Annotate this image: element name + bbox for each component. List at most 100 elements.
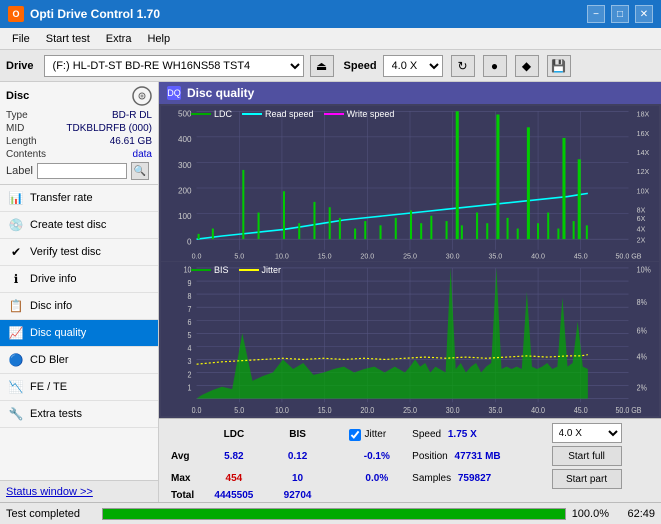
- close-button[interactable]: ✕: [635, 5, 653, 23]
- legend-jitter-label: Jitter: [262, 265, 282, 275]
- svg-text:10%: 10%: [637, 265, 651, 275]
- nav-disc-quality[interactable]: 📈 Disc quality: [0, 320, 158, 347]
- total-ldc: 4445505: [198, 489, 269, 502]
- svg-text:7: 7: [188, 304, 192, 314]
- type-label: Type: [6, 110, 28, 121]
- nav-label-disc-info: Disc info: [30, 300, 72, 312]
- start-full-button[interactable]: Start full: [552, 446, 622, 466]
- nav-drive-info[interactable]: ℹ Drive info: [0, 266, 158, 293]
- chart1-svg: 500 400 300 200 100 0 18X 16X 14X 12X 10…: [161, 106, 659, 261]
- speed-stat-value: 1.75 X: [448, 429, 477, 440]
- nav-create-test-disc[interactable]: 💿 Create test disc: [0, 212, 158, 239]
- nav-label-cd-bler: CD Bler: [30, 354, 69, 366]
- samples-cell: Samples 759827: [408, 468, 543, 489]
- right-panel: DQ Disc quality LDC Read speed: [159, 82, 661, 502]
- status-text: Test completed: [6, 508, 96, 520]
- disc-section: Disc Type BD-R DL MID TDKBLDRFB (000) Le…: [0, 82, 158, 185]
- app-icon: O: [8, 6, 24, 22]
- status-window-button[interactable]: Status window >>: [6, 486, 93, 498]
- svg-text:50.0 GB: 50.0 GB: [615, 405, 641, 415]
- svg-text:0.0: 0.0: [192, 405, 202, 415]
- speed-select[interactable]: 4.0 X: [383, 55, 443, 77]
- legend-ldc: LDC: [191, 109, 232, 119]
- svg-text:5: 5: [188, 330, 192, 340]
- legend-ldc-color: [191, 113, 211, 115]
- maximize-button[interactable]: □: [611, 5, 629, 23]
- max-bis: 10: [270, 468, 326, 489]
- disc-info-icon: 📋: [8, 298, 24, 314]
- svg-text:8%: 8%: [637, 297, 647, 307]
- svg-text:100: 100: [178, 211, 192, 221]
- svg-text:15.0: 15.0: [318, 405, 332, 415]
- label-input[interactable]: [37, 163, 127, 179]
- svg-text:20.0: 20.0: [360, 251, 374, 260]
- menu-file[interactable]: File: [4, 31, 38, 47]
- jitter-checkbox[interactable]: [349, 429, 361, 441]
- nav-label-drive-info: Drive info: [30, 273, 76, 285]
- disc-mid-row: MID TDKBLDRFB (000): [6, 123, 152, 134]
- left-panel: Disc Type BD-R DL MID TDKBLDRFB (000) Le…: [0, 82, 159, 502]
- label-label: Label: [6, 165, 33, 177]
- record-button[interactable]: ●: [483, 55, 507, 77]
- nav-label-verify-test-disc: Verify test disc: [30, 246, 101, 258]
- svg-text:45.0: 45.0: [574, 251, 588, 260]
- max-ldc: 454: [198, 468, 269, 489]
- svg-text:10.0: 10.0: [275, 405, 289, 415]
- legend-bis-color: [191, 269, 211, 271]
- progress-bar-fill: [103, 509, 565, 519]
- svg-text:6X: 6X: [637, 214, 646, 223]
- eject-button[interactable]: ⏏: [310, 55, 334, 77]
- col-bis-header: BIS: [270, 423, 326, 446]
- minimize-button[interactable]: −: [587, 5, 605, 23]
- svg-text:18X: 18X: [637, 109, 650, 118]
- disc-quality-header: DQ Disc quality: [159, 82, 661, 104]
- nav-verify-test-disc[interactable]: ✔ Verify test disc: [0, 239, 158, 266]
- nav-disc-info[interactable]: 📋 Disc info: [0, 293, 158, 320]
- svg-text:0.0: 0.0: [192, 251, 202, 260]
- title-bar-left: O Opti Drive Control 1.70: [8, 6, 160, 22]
- mid-value: TDKBLDRFB (000): [66, 123, 152, 134]
- elapsed-time: 62:49: [615, 508, 655, 520]
- length-label: Length: [6, 136, 37, 147]
- max-jitter: 0.0%: [345, 468, 408, 489]
- nav-items: 📊 Transfer rate 💿 Create test disc ✔ Ver…: [0, 185, 158, 480]
- type-value: BD-R DL: [112, 110, 152, 121]
- drive-select[interactable]: (F:) HL-DT-ST BD-RE WH16NS58 TST4: [44, 55, 304, 77]
- svg-text:30.0: 30.0: [446, 251, 460, 260]
- jitter-checkbox-cell: Jitter: [345, 423, 408, 446]
- save-button[interactable]: 💾: [547, 55, 571, 77]
- create-test-disc-icon: 💿: [8, 217, 24, 233]
- contents-value: data: [133, 149, 152, 160]
- nav-fe-te[interactable]: 📉 FE / TE: [0, 374, 158, 401]
- bottom-status-bar: Test completed 100.0% 62:49: [0, 502, 661, 524]
- svg-text:45.0: 45.0: [574, 405, 588, 415]
- svg-text:2X: 2X: [637, 235, 646, 244]
- quality-speed-select[interactable]: 4.0 X: [552, 423, 622, 443]
- svg-text:400: 400: [178, 134, 192, 144]
- bottom-stats-row: LDC BIS Jitter Speed 1.75 X: [159, 418, 661, 502]
- menu-help[interactable]: Help: [139, 31, 178, 47]
- nav-label-fe-te: FE / TE: [30, 381, 67, 393]
- speed-label-cell: Speed 1.75 X: [408, 423, 543, 446]
- legend-write-speed: Write speed: [324, 109, 395, 119]
- special-button[interactable]: ◆: [515, 55, 539, 77]
- disc-quality-title: Disc quality: [187, 86, 254, 100]
- nav-transfer-rate[interactable]: 📊 Transfer rate: [0, 185, 158, 212]
- svg-text:25.0: 25.0: [403, 251, 417, 260]
- menu-extra[interactable]: Extra: [98, 31, 140, 47]
- svg-text:1: 1: [188, 382, 192, 392]
- nav-cd-bler[interactable]: 🔵 CD Bler: [0, 347, 158, 374]
- nav-label-extra-tests: Extra tests: [30, 408, 82, 420]
- svg-text:35.0: 35.0: [488, 405, 502, 415]
- disc-quality-icon: 📈: [8, 325, 24, 341]
- label-button[interactable]: 🔍: [131, 162, 149, 180]
- menu-start-test[interactable]: Start test: [38, 31, 98, 47]
- svg-text:6%: 6%: [637, 325, 647, 335]
- refresh-button[interactable]: ↻: [451, 55, 475, 77]
- position-value: 47731 MB: [455, 451, 501, 462]
- svg-text:200: 200: [178, 185, 192, 195]
- nav-extra-tests[interactable]: 🔧 Extra tests: [0, 401, 158, 428]
- start-part-button[interactable]: Start part: [552, 469, 622, 489]
- chart2-legend: BIS Jitter: [191, 265, 281, 275]
- nav-label-disc-quality: Disc quality: [30, 327, 86, 339]
